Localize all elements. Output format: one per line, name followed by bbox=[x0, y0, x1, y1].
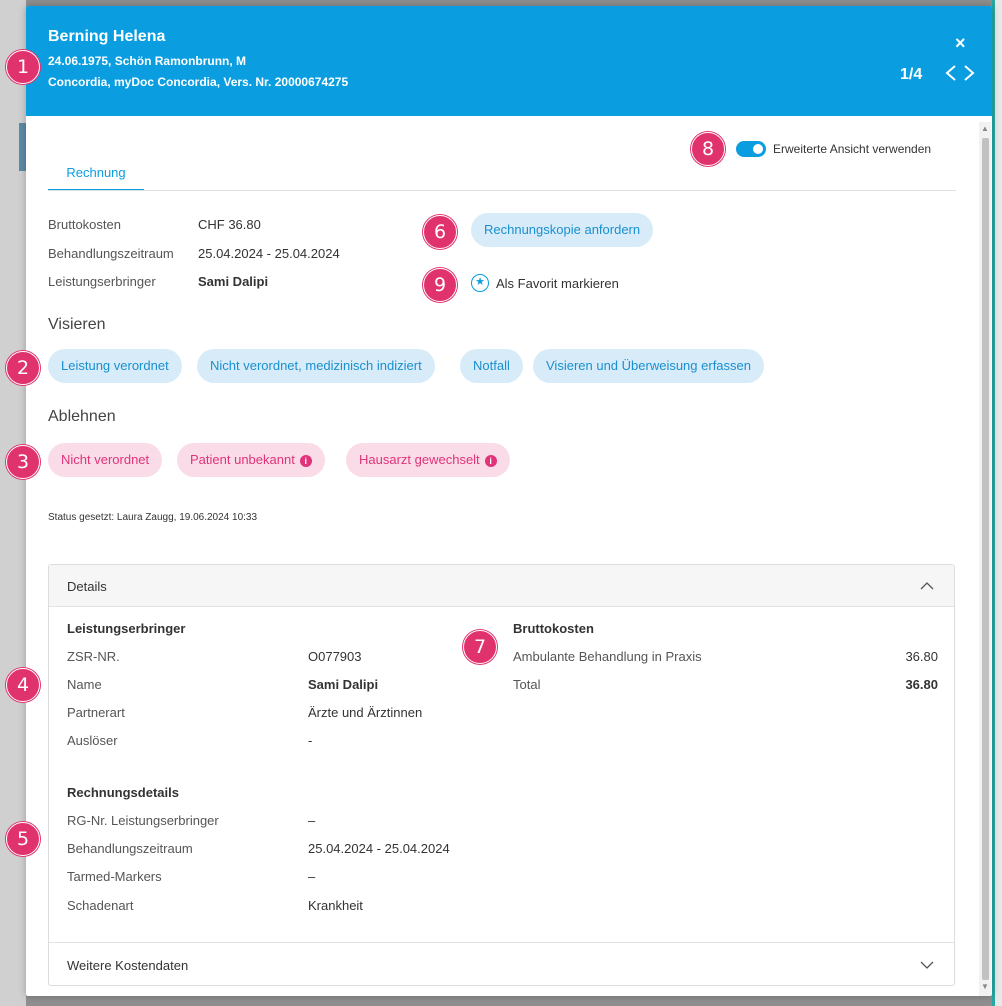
scroll-up-icon[interactable]: ▲ bbox=[981, 124, 989, 133]
dialog-header: Berning Helena 24.06.1975, Schön Ramonbr… bbox=[26, 6, 992, 116]
favorite-toggle[interactable]: ★ Als Favorit markieren bbox=[471, 274, 619, 292]
toggle-switch[interactable] bbox=[736, 141, 766, 157]
background-block bbox=[19, 123, 26, 171]
reject-button-label: Patient unbekannt bbox=[190, 452, 295, 467]
detail-value: O077903 bbox=[308, 649, 362, 664]
summary-value: CHF 36.80 bbox=[198, 217, 261, 232]
summary-value: Sami Dalipi bbox=[198, 274, 269, 289]
annotation-marker: 4 bbox=[6, 668, 40, 702]
annotation-marker: 1 bbox=[6, 50, 40, 84]
detail-value: – bbox=[308, 869, 316, 884]
invoice-details-heading: Rechnungsdetails bbox=[67, 785, 179, 800]
cost-value: 36.80 bbox=[905, 649, 938, 664]
details-panel: Details Leistungserbringer ZSR-NR. O0779… bbox=[48, 564, 955, 986]
annotation-marker: 2 bbox=[6, 351, 40, 385]
detail-key: RG-Nr. Leistungserbringer bbox=[67, 813, 219, 828]
detail-key: Auslöser bbox=[67, 733, 118, 748]
annotation-marker: 5 bbox=[6, 822, 40, 856]
pager-count: 1/4 bbox=[900, 66, 923, 83]
annotation-marker: 8 bbox=[691, 132, 725, 166]
cost-key: Ambulante Behandlung in Praxis bbox=[513, 649, 702, 664]
patient-name: Berning Helena bbox=[48, 28, 166, 45]
reject-button[interactable]: Patient unbekannt i bbox=[177, 443, 325, 477]
info-icon[interactable]: i bbox=[299, 454, 312, 467]
summary-value: 25.04.2024 - 25.04.2024 bbox=[198, 246, 340, 261]
background-stripe bbox=[992, 0, 995, 1006]
tab-rechnung[interactable]: Rechnung bbox=[48, 161, 144, 191]
reject-button[interactable]: Hausarzt gewechselt i bbox=[346, 443, 510, 477]
background-page-right bbox=[992, 0, 1002, 1006]
info-icon[interactable]: i bbox=[484, 454, 497, 467]
toggle-knob bbox=[753, 144, 763, 154]
cost-value: 36.80 bbox=[905, 677, 938, 692]
toggle-label: Erweiterte Ansicht verwenden bbox=[773, 142, 932, 156]
detail-key: Schadenart bbox=[67, 898, 134, 913]
favorite-label: Als Favorit markieren bbox=[496, 275, 619, 291]
chevron-down-icon[interactable] bbox=[919, 957, 935, 973]
annotation-marker: 9 bbox=[423, 268, 457, 302]
scrollbar-thumb[interactable] bbox=[982, 138, 989, 980]
visieren-button[interactable]: Visieren und Überweisung erfassen bbox=[533, 349, 764, 383]
detail-value: Sami Dalipi bbox=[308, 677, 379, 692]
extended-view-toggle[interactable]: Erweiterte Ansicht verwenden bbox=[736, 141, 931, 157]
summary-key: Bruttokosten bbox=[48, 217, 121, 232]
request-invoice-copy-button[interactable]: Rechnungskopie anfordern bbox=[471, 213, 654, 247]
detail-key: ZSR-NR. bbox=[67, 649, 120, 664]
insurance-info: Concordia, myDoc Concordia, Vers. Nr. 20… bbox=[48, 75, 349, 89]
detail-key: Tarmed-Markers bbox=[67, 869, 162, 884]
visieren-heading: Visieren bbox=[48, 316, 106, 333]
summary-key: Leistungserbringer bbox=[48, 274, 156, 289]
costs-heading: Bruttokosten bbox=[513, 621, 594, 636]
cost-key: Total bbox=[513, 677, 541, 692]
chevron-left-icon[interactable] bbox=[943, 63, 959, 83]
visieren-button[interactable]: Leistung verordnet bbox=[48, 349, 182, 383]
detail-value: 25.04.2024 - 25.04.2024 bbox=[308, 841, 450, 856]
visieren-button[interactable]: Nicht verordnet, medizinisch indiziert bbox=[197, 349, 435, 383]
detail-key: Behandlungszeitraum bbox=[67, 841, 193, 856]
reject-button[interactable]: Nicht verordnet bbox=[48, 443, 163, 477]
provider-heading: Leistungserbringer bbox=[67, 621, 186, 636]
detail-value: – bbox=[308, 813, 316, 828]
invoice-dialog: Berning Helena 24.06.1975, Schön Ramonbr… bbox=[26, 6, 992, 996]
chevron-up-icon[interactable] bbox=[919, 578, 935, 594]
close-icon[interactable]: × bbox=[955, 33, 966, 54]
status-text: Status gesetzt: Laura Zaugg, 19.06.2024 … bbox=[48, 512, 258, 523]
detail-value: - bbox=[308, 733, 313, 748]
patient-info: 24.06.1975, Schön Ramonbrunn, M bbox=[48, 54, 247, 68]
annotation-marker: 7 bbox=[463, 630, 497, 664]
visieren-button[interactable]: Notfall bbox=[460, 349, 523, 383]
detail-key: Name bbox=[67, 677, 102, 692]
detail-value: Ärzte und Ärztinnen bbox=[308, 705, 423, 720]
scroll-down-icon[interactable]: ▼ bbox=[981, 982, 989, 991]
details-title: Details bbox=[67, 579, 107, 594]
annotation-marker: 3 bbox=[6, 445, 40, 479]
reject-button-label: Hausarzt gewechselt bbox=[359, 452, 480, 467]
annotation-marker: 6 bbox=[423, 215, 457, 249]
details-header[interactable]: Details bbox=[49, 565, 954, 607]
summary-key: Behandlungszeitraum bbox=[48, 246, 174, 261]
ablehnen-heading: Ablehnen bbox=[48, 408, 116, 425]
more-costs-title: Weitere Kostendaten bbox=[67, 958, 189, 973]
more-costs-header[interactable]: Weitere Kostendaten bbox=[49, 942, 954, 986]
chevron-right-icon[interactable] bbox=[961, 63, 977, 83]
detail-key: Partnerart bbox=[67, 705, 125, 720]
star-icon: ★ bbox=[471, 274, 489, 292]
tab-divider bbox=[48, 190, 956, 191]
detail-value: Krankheit bbox=[308, 898, 363, 913]
scrollbar[interactable]: ▲ ▼ bbox=[979, 122, 991, 996]
